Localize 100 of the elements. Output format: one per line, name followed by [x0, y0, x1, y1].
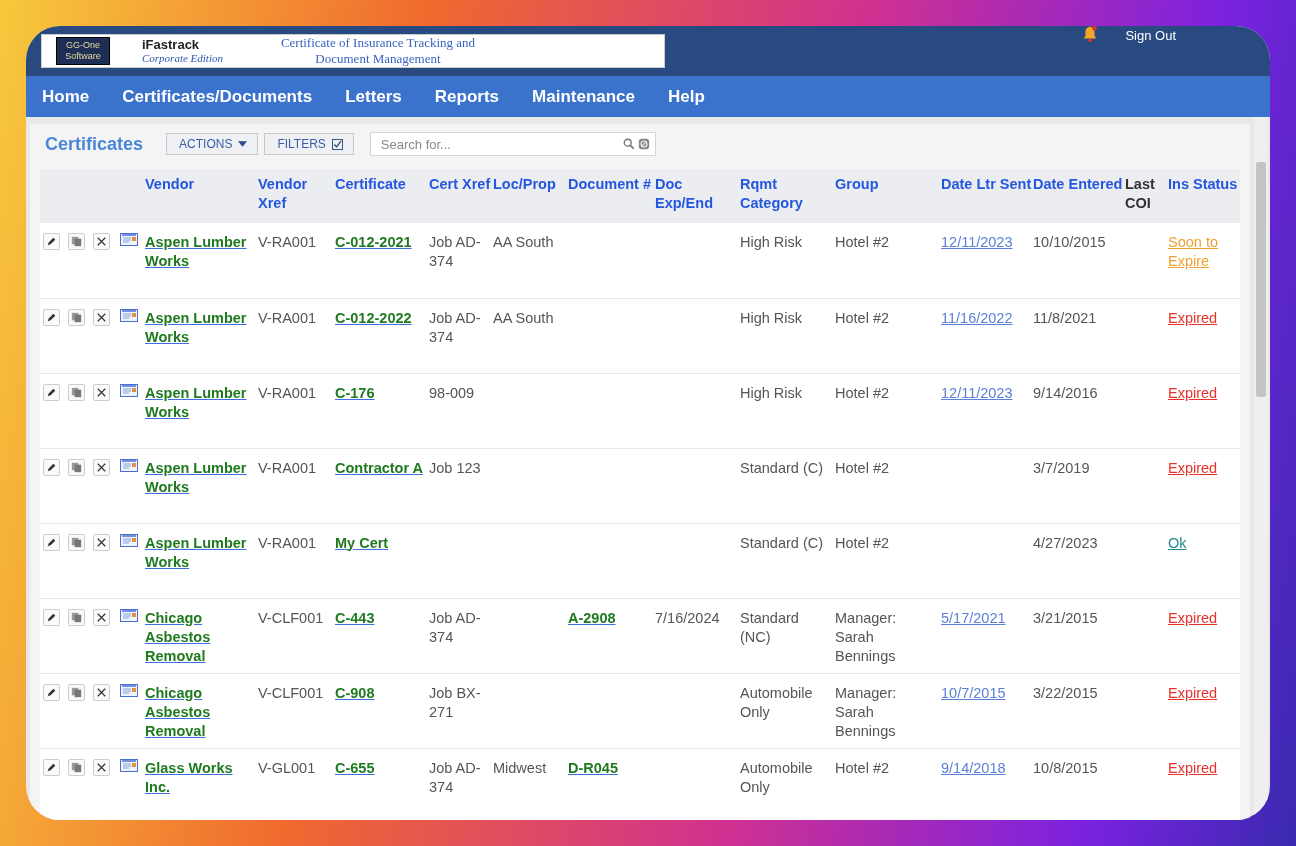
table-cell-text: Hotel #2: [835, 234, 889, 250]
table-cell-text: Job AD-374: [429, 234, 481, 269]
status-link[interactable]: Ok: [1168, 533, 1236, 553]
record-link[interactable]: Aspen Lumber Works: [145, 533, 254, 572]
delete-icon[interactable]: [93, 758, 110, 776]
actions-dropdown[interactable]: ACTIONS: [166, 133, 259, 155]
table-cell-text: Hotel #2: [835, 384, 889, 401]
record-link[interactable]: Aspen Lumber Works: [145, 383, 254, 422]
table-cell-text: Hotel #2: [835, 759, 889, 776]
copy-icon[interactable]: [68, 608, 85, 626]
copy-icon[interactable]: [68, 533, 85, 551]
record-link[interactable]: Chicago Asbestos Removal: [145, 608, 254, 666]
copy-icon[interactable]: [68, 758, 85, 776]
edit-icon[interactable]: [43, 683, 60, 701]
status-link[interactable]: Expired: [1168, 608, 1236, 628]
table-cell-text: Manager: Sarah Bennings: [835, 684, 897, 739]
nav-menu-item[interactable]: Letters: [345, 86, 402, 107]
record-link[interactable]: C-908: [335, 683, 425, 703]
table-cell-text: V-CLF001: [258, 609, 324, 626]
table-cell-text: 4/27/2023: [1033, 534, 1098, 551]
edit-icon[interactable]: [43, 458, 60, 476]
copy-icon[interactable]: [68, 383, 85, 401]
copy-icon[interactable]: [68, 683, 85, 701]
status-link[interactable]: Expired: [1168, 683, 1236, 703]
table-cell-text: Job AD-374: [429, 609, 481, 645]
delete-icon[interactable]: [93, 308, 110, 326]
table-cell-text: Job BX-271: [429, 684, 481, 720]
product-name: iFastrack: [142, 37, 201, 52]
filters-button[interactable]: FILTERS: [264, 133, 354, 155]
table-cell-text: 3/7/2019: [1033, 459, 1090, 476]
bell-icon[interactable]: [1081, 26, 1100, 43]
clear-icon[interactable]: [637, 138, 650, 150]
table-cell-text: Hotel #2: [835, 309, 889, 326]
table-cell-text: V-CLF001: [258, 684, 324, 701]
delete-icon[interactable]: [93, 458, 110, 476]
record-link[interactable]: C-655: [335, 758, 425, 778]
delete-icon[interactable]: [93, 233, 110, 250]
delete-icon[interactable]: [93, 683, 110, 701]
table-cell-text: Standard (C): [740, 534, 823, 551]
table-cell-text: High Risk: [740, 384, 803, 401]
edit-icon[interactable]: [43, 383, 60, 401]
edit-icon[interactable]: [43, 233, 60, 250]
table-cell-text: V-RA001: [258, 534, 317, 551]
record-link[interactable]: Aspen Lumber Works: [145, 458, 254, 497]
search-field[interactable]: Search for...: [369, 132, 656, 156]
record-link[interactable]: C-012-2021: [335, 233, 425, 252]
record-link[interactable]: Contractor A: [335, 458, 425, 478]
nav-menu-item[interactable]: Certificates/Documents: [122, 86, 313, 107]
delete-icon[interactable]: [93, 383, 110, 401]
company-logo: GG-One Software: [56, 37, 110, 65]
table-cell-text: High Risk: [740, 309, 803, 326]
record-link[interactable]: Aspen Lumber Works: [145, 308, 254, 347]
status-link[interactable]: Expired: [1168, 458, 1236, 478]
date-link[interactable]: 12/11/2023: [941, 234, 1013, 250]
edit-icon[interactable]: [43, 758, 60, 776]
table-cell-text: High Risk: [740, 234, 803, 250]
table-cell-text: 10/8/2015: [1033, 759, 1098, 776]
table-cell-text: 9/14/2016: [1033, 384, 1098, 401]
date-link[interactable]: 12/11/2023: [941, 384, 1013, 401]
copy-icon[interactable]: [68, 308, 85, 326]
record-link[interactable]: C-176: [335, 383, 425, 403]
delete-icon[interactable]: [93, 533, 110, 551]
table-cell-text: V-RA001: [258, 459, 317, 476]
search-icon[interactable]: [622, 138, 635, 150]
copy-icon[interactable]: [68, 458, 85, 476]
column-header: Last COI: [1125, 175, 1156, 213]
table-cell-text: Automobile Only: [740, 759, 813, 795]
table-cell-text: 7/16/2024: [655, 609, 720, 626]
date-link[interactable]: 10/7/2015: [941, 684, 1006, 701]
record-link[interactable]: Glass Works Inc.: [145, 758, 254, 797]
record-link[interactable]: D-R045: [568, 758, 651, 778]
delete-icon[interactable]: [93, 608, 110, 626]
page-title: Certificates: [45, 133, 144, 155]
record-link[interactable]: A-2908: [568, 608, 651, 628]
edit-icon[interactable]: [43, 608, 60, 626]
table-cell-text: V-RA001: [258, 309, 317, 326]
record-link[interactable]: Chicago Asbestos Removal: [145, 683, 254, 741]
status-link[interactable]: Expired: [1168, 383, 1236, 403]
scroll-thumb[interactable]: [1256, 162, 1266, 397]
record-link[interactable]: C-443: [335, 608, 425, 628]
date-link[interactable]: 11/16/2022: [941, 309, 1013, 326]
record-link[interactable]: C-012-2022: [335, 308, 425, 328]
caret-icon: [238, 141, 248, 147]
status-link[interactable]: Expired: [1168, 308, 1236, 328]
column-header-link[interactable]: Group: [835, 175, 879, 194]
edit-icon[interactable]: [43, 308, 60, 326]
sign-out-link[interactable]: Sign Out: [1125, 28, 1176, 43]
table-cell-text: Job AD-374: [429, 759, 481, 795]
column-header-link[interactable]: Vendor: [145, 175, 195, 194]
nav-menu-item[interactable]: Help: [668, 86, 705, 107]
copy-icon[interactable]: [68, 233, 85, 250]
nav-menu-item[interactable]: Home: [42, 86, 90, 107]
record-link[interactable]: My Cert: [335, 533, 425, 553]
date-link[interactable]: 5/17/2021: [941, 609, 1006, 626]
record-link[interactable]: Aspen Lumber Works: [145, 233, 254, 271]
date-link[interactable]: 9/14/2018: [941, 759, 1006, 776]
status-link[interactable]: Expired: [1168, 758, 1236, 778]
nav-menu-item[interactable]: Reports: [434, 86, 500, 107]
edit-icon[interactable]: [43, 533, 60, 551]
nav-menu-item[interactable]: Maintenance: [532, 86, 636, 107]
